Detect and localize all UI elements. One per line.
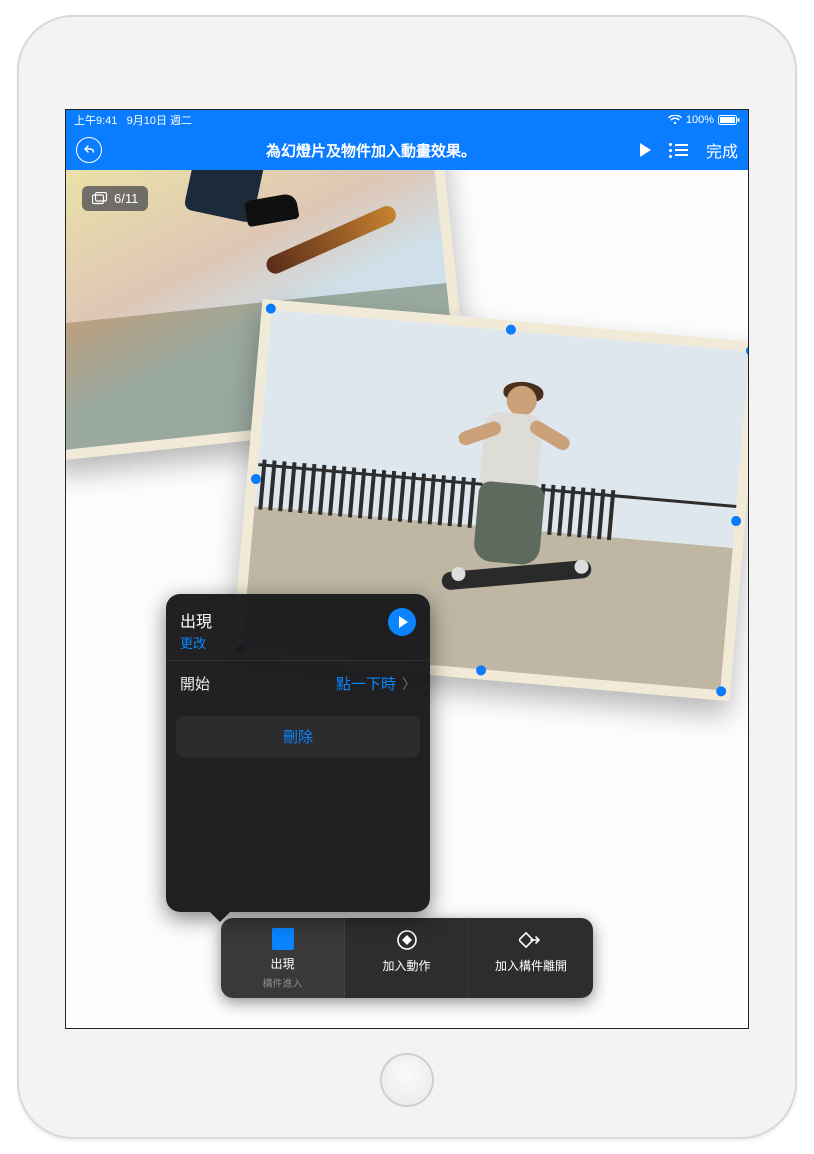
tab-build-in-sub: 構件進入 [263, 975, 303, 990]
nav-bar: 為幻燈片及物件加入動畫效果。 完成 [66, 130, 748, 170]
preview-effect-button[interactable] [388, 608, 416, 636]
effect-name: 出現 [180, 608, 388, 632]
delete-effect-button[interactable]: 刪除 [176, 716, 420, 757]
action-icon [395, 928, 419, 952]
selection-handle[interactable] [476, 665, 487, 676]
chevron-right-icon: 〉 [402, 674, 416, 694]
tab-add-action[interactable]: 加入動作 [345, 918, 469, 998]
build-order-button[interactable] [669, 143, 688, 158]
start-label: 開始 [180, 673, 336, 694]
status-bar: 上午9:41 9月10日 週二 100% [66, 110, 748, 130]
ipad-frame: 上午9:41 9月10日 週二 100% 為幻燈片及物件加入動畫效果。 [19, 17, 795, 1137]
battery-percent: 100% [686, 114, 714, 126]
slide-counter-text: 6/11 [114, 191, 138, 206]
back-button[interactable] [76, 137, 102, 163]
status-time: 上午9:41 [74, 115, 117, 127]
square-icon [272, 928, 294, 950]
slide-counter-badge[interactable]: 6/11 [82, 186, 148, 211]
tab-build-in[interactable]: 出現 構件進入 [221, 918, 345, 998]
build-popover: 出現 更改 開始 點一下時 〉 刪除 [166, 594, 430, 912]
done-button[interactable]: 完成 [706, 138, 738, 162]
tab-add-action-label: 加入動作 [382, 957, 430, 974]
start-value: 點一下時 [336, 673, 396, 694]
tab-build-out[interactable]: 加入構件離開 [469, 918, 593, 998]
tab-build-in-label: 出現 [270, 955, 294, 972]
tab-build-out-label: 加入構件離開 [495, 957, 567, 974]
battery-icon [718, 115, 740, 125]
screen: 上午9:41 9月10日 週二 100% 為幻燈片及物件加入動畫效果。 [65, 109, 749, 1029]
slides-icon [92, 192, 108, 206]
undo-icon [83, 144, 95, 156]
slide-canvas[interactable]: 6/11 [66, 170, 748, 1028]
nav-title: 為幻燈片及物件加入動畫效果。 [102, 140, 640, 161]
play-icon [399, 616, 408, 628]
change-effect-button[interactable]: 更改 [180, 633, 388, 652]
selection-handle[interactable] [716, 686, 727, 697]
start-row[interactable]: 開始 點一下時 〉 [166, 660, 430, 706]
selection-handle[interactable] [731, 516, 742, 527]
build-out-icon [519, 928, 543, 952]
wifi-icon [668, 115, 682, 125]
status-date: 9月10日 週二 [127, 115, 192, 127]
build-type-bar: 出現 構件進入 加入動作 加入構件離開 [221, 918, 593, 998]
play-button[interactable] [640, 143, 651, 157]
home-button[interactable] [380, 1053, 434, 1107]
